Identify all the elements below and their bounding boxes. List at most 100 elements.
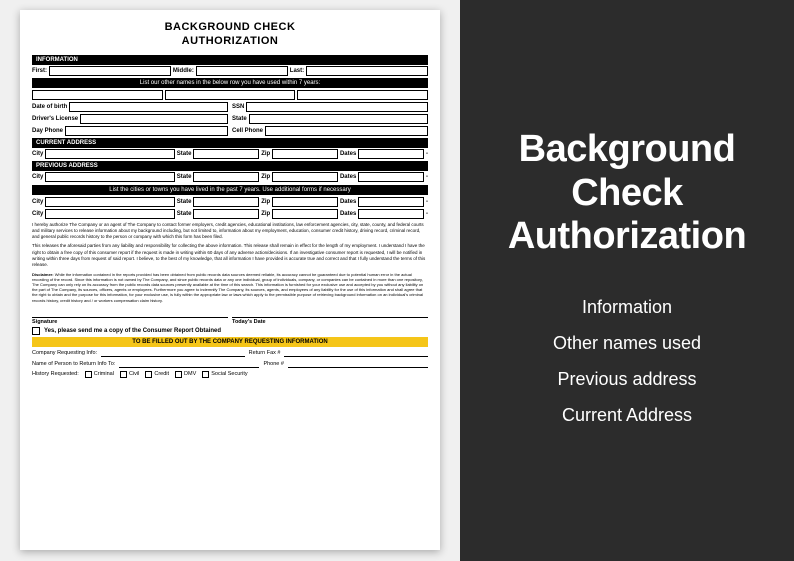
right-title: Background Check Authorization bbox=[508, 128, 746, 259]
state-label-prev: State bbox=[177, 174, 192, 180]
company-field[interactable] bbox=[101, 349, 245, 357]
dash-1: - bbox=[426, 199, 428, 205]
dl-state-field[interactable] bbox=[249, 114, 428, 124]
city-label-2: City bbox=[32, 211, 43, 217]
right-title-line2: Check bbox=[571, 172, 683, 214]
cell-phone-field[interactable] bbox=[265, 126, 428, 136]
zip-label-prev: Zip bbox=[261, 174, 270, 180]
day-phone-label: Day Phone bbox=[32, 128, 63, 134]
state-field-1[interactable] bbox=[193, 197, 259, 207]
state-label-current: State bbox=[177, 151, 192, 157]
name-return-label: Name of Person to Return Info To: bbox=[32, 361, 115, 367]
signature-item: Signature bbox=[32, 306, 228, 325]
dob-ssn-row: Date of birth SSN bbox=[32, 102, 428, 112]
dob-field[interactable] bbox=[69, 102, 228, 112]
return-fax-label: Return Fax # bbox=[249, 350, 281, 356]
right-item-2: Other names used bbox=[553, 325, 701, 361]
name-return-field[interactable] bbox=[119, 360, 259, 368]
prev-zip-field[interactable] bbox=[272, 172, 338, 182]
dates-label-current: Dates bbox=[340, 151, 356, 157]
dmv-item: DMV bbox=[175, 371, 196, 378]
other-names-fields bbox=[32, 90, 428, 100]
credit-checkbox[interactable] bbox=[145, 371, 152, 378]
city-label-prev: City bbox=[32, 174, 43, 180]
civil-label: Civil bbox=[129, 371, 139, 377]
right-items: Information Other names used Previous ad… bbox=[553, 289, 701, 433]
day-phone-item: Day Phone bbox=[32, 126, 228, 136]
paragraph-2: This releases the aforesaid parties from… bbox=[32, 243, 428, 268]
city-label-1: City bbox=[32, 199, 43, 205]
criminal-checkbox[interactable] bbox=[85, 371, 92, 378]
city-field-2[interactable] bbox=[45, 209, 174, 219]
checkbox-label: Yes, please send me a copy of the Consum… bbox=[44, 328, 221, 334]
current-city-field[interactable] bbox=[45, 149, 174, 159]
ssn-label: SSN bbox=[232, 104, 244, 110]
prev-state-field[interactable] bbox=[193, 172, 259, 182]
other-name-3[interactable] bbox=[297, 90, 428, 100]
right-title-line3: Authorization bbox=[508, 215, 746, 257]
social-checkbox[interactable] bbox=[202, 371, 209, 378]
state-field-2[interactable] bbox=[193, 209, 259, 219]
company-label: Company Requesting Info: bbox=[32, 350, 97, 356]
other-names-header: List our other names in the below row yo… bbox=[32, 78, 428, 88]
date-line[interactable] bbox=[232, 306, 428, 318]
dob-item: Date of birth bbox=[32, 102, 228, 112]
city-field-1[interactable] bbox=[45, 197, 174, 207]
dl-state-label: State bbox=[232, 116, 247, 122]
right-panel: Background Check Authorization Informati… bbox=[460, 0, 794, 561]
document-title: BACKGROUND CHECK AUTHORIZATION bbox=[32, 20, 428, 49]
signature-label: Signature bbox=[32, 319, 228, 325]
right-item-3: Previous address bbox=[553, 361, 701, 397]
other-name-1[interactable] bbox=[32, 90, 163, 100]
first-field[interactable] bbox=[49, 66, 171, 76]
zip-label-current: Zip bbox=[261, 151, 270, 157]
right-title-line1: Background bbox=[519, 128, 736, 170]
current-state-field[interactable] bbox=[193, 149, 259, 159]
phone-row: Day Phone Cell Phone bbox=[32, 126, 428, 136]
company-row: Company Requesting Info: Return Fax # bbox=[32, 349, 428, 357]
date-label: Today's Date bbox=[232, 319, 428, 325]
name-return-row: Name of Person to Return Info To: Phone … bbox=[32, 360, 428, 368]
state-label-1: State bbox=[177, 199, 192, 205]
phone-field[interactable] bbox=[288, 360, 428, 368]
right-item-1: Information bbox=[553, 289, 701, 325]
other-name-2[interactable] bbox=[165, 90, 296, 100]
credit-label: Credit bbox=[154, 371, 169, 377]
dmv-checkbox[interactable] bbox=[175, 371, 182, 378]
dl-item: Driver's License bbox=[32, 114, 228, 124]
current-dates-field[interactable] bbox=[358, 149, 424, 159]
document: BACKGROUND CHECK AUTHORIZATION INFORMATI… bbox=[20, 10, 440, 550]
criminal-item: Criminal bbox=[85, 371, 114, 378]
city-row-1: City State Zip Dates - bbox=[32, 197, 428, 207]
zip-field-2[interactable] bbox=[272, 209, 338, 219]
day-phone-field[interactable] bbox=[65, 126, 228, 136]
last-label: Last: bbox=[290, 68, 304, 74]
last-field[interactable] bbox=[306, 66, 428, 76]
middle-field[interactable] bbox=[196, 66, 288, 76]
dates-field-1[interactable] bbox=[358, 197, 424, 207]
bottom-section: Company Requesting Info: Return Fax # Na… bbox=[32, 349, 428, 378]
signature-line[interactable] bbox=[32, 306, 228, 318]
dl-field[interactable] bbox=[80, 114, 228, 124]
dl-state-row: Driver's License State bbox=[32, 114, 428, 124]
civil-item: Civil bbox=[120, 371, 139, 378]
current-address-row: City State Zip Dates - bbox=[32, 149, 428, 159]
history-label: History Requested: bbox=[32, 371, 79, 377]
ssn-field[interactable] bbox=[246, 102, 428, 112]
civil-checkbox[interactable] bbox=[120, 371, 127, 378]
dates-label-prev: Dates bbox=[340, 174, 356, 180]
zip-label-1: Zip bbox=[261, 199, 270, 205]
zip-field-1[interactable] bbox=[272, 197, 338, 207]
cell-phone-label: Cell Phone bbox=[232, 128, 263, 134]
consumer-report-checkbox[interactable] bbox=[32, 327, 40, 335]
city-row-2: City State Zip Dates - bbox=[32, 209, 428, 219]
criminal-label: Criminal bbox=[94, 371, 114, 377]
signature-row: Signature Today's Date bbox=[32, 306, 428, 325]
prev-city-field[interactable] bbox=[45, 172, 174, 182]
return-fax-field[interactable] bbox=[284, 349, 428, 357]
current-zip-field[interactable] bbox=[272, 149, 338, 159]
prev-dates-field[interactable] bbox=[358, 172, 424, 182]
dates-field-2[interactable] bbox=[358, 209, 424, 219]
first-label: First: bbox=[32, 68, 47, 74]
history-row: History Requested: Criminal Civil Credit… bbox=[32, 371, 428, 378]
